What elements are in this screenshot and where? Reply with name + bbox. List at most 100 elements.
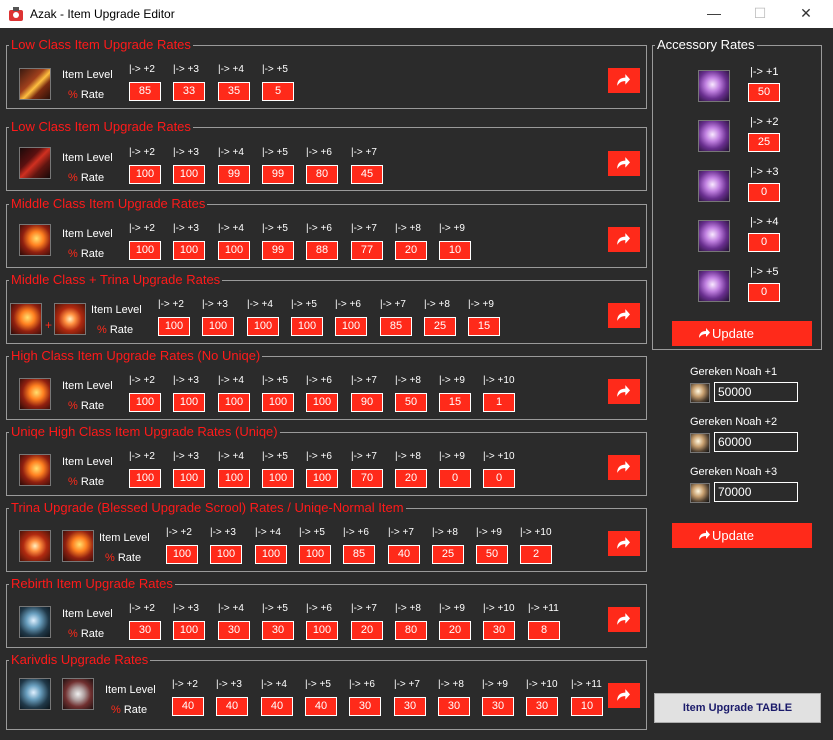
rate-input[interactable]: 99 bbox=[262, 241, 294, 260]
rate-input[interactable]: 30 bbox=[218, 621, 250, 640]
rate-input[interactable]: 100 bbox=[306, 621, 338, 640]
accessory-update-button[interactable]: Update bbox=[672, 321, 812, 346]
rate-input[interactable]: 2 bbox=[520, 545, 552, 564]
apply-button[interactable] bbox=[608, 379, 640, 404]
noah-input[interactable]: 50000 bbox=[714, 382, 798, 402]
rate-input[interactable]: 100 bbox=[210, 545, 242, 564]
rate-input[interactable]: 100 bbox=[218, 469, 250, 488]
rate-input[interactable]: 20 bbox=[395, 469, 427, 488]
rate-input[interactable]: 99 bbox=[218, 165, 250, 184]
maximize-button[interactable]: ☐ bbox=[737, 0, 783, 28]
rate-input[interactable]: 20 bbox=[395, 241, 427, 260]
percent-sign: % bbox=[105, 552, 115, 564]
rate-input[interactable]: 100 bbox=[166, 545, 198, 564]
rate-input[interactable]: 100 bbox=[247, 317, 279, 336]
rate-input[interactable]: 40 bbox=[305, 697, 337, 716]
rate-input[interactable]: 0 bbox=[439, 469, 471, 488]
close-button[interactable]: ✕ bbox=[783, 0, 829, 28]
apply-button[interactable] bbox=[608, 303, 640, 328]
rate-input[interactable]: 88 bbox=[306, 241, 338, 260]
item-upgrade-table-button[interactable]: Item Upgrade TABLE bbox=[654, 693, 821, 723]
apply-button[interactable] bbox=[608, 227, 640, 252]
rate-input[interactable]: 100 bbox=[173, 241, 205, 260]
accessory-rate-input[interactable]: 0 bbox=[748, 183, 780, 202]
rate-input[interactable]: 45 bbox=[351, 165, 383, 184]
rate-input[interactable]: 10 bbox=[571, 697, 603, 716]
rate-input[interactable]: 30 bbox=[526, 697, 558, 716]
rate-input[interactable]: 77 bbox=[351, 241, 383, 260]
rate-input[interactable]: 100 bbox=[173, 165, 205, 184]
rate-input[interactable]: 25 bbox=[432, 545, 464, 564]
rate-input[interactable]: 10 bbox=[439, 241, 471, 260]
rate-input[interactable]: 100 bbox=[262, 393, 294, 412]
rate-input[interactable]: 100 bbox=[129, 469, 161, 488]
rate-input[interactable]: 100 bbox=[129, 165, 161, 184]
rate-input[interactable]: 85 bbox=[380, 317, 412, 336]
rate-input[interactable]: 30 bbox=[129, 621, 161, 640]
noah-update-button[interactable]: Update bbox=[672, 523, 812, 548]
accessory-rate-input[interactable]: 25 bbox=[748, 133, 780, 152]
rate-input[interactable]: 40 bbox=[216, 697, 248, 716]
noah-input[interactable]: 70000 bbox=[714, 482, 798, 502]
rate-input[interactable]: 30 bbox=[482, 697, 514, 716]
rate-input[interactable]: 20 bbox=[439, 621, 471, 640]
rate-input[interactable]: 8 bbox=[528, 621, 560, 640]
rate-input[interactable]: 1 bbox=[483, 393, 515, 412]
apply-button[interactable] bbox=[608, 455, 640, 480]
accessory-rate-input[interactable]: 0 bbox=[748, 283, 780, 302]
rate-input[interactable]: 100 bbox=[218, 393, 250, 412]
accessory-rate-input[interactable]: 50 bbox=[748, 83, 780, 102]
rate-input[interactable]: 30 bbox=[349, 697, 381, 716]
rate-input[interactable]: 85 bbox=[129, 82, 161, 101]
rate-input[interactable]: 99 bbox=[262, 165, 294, 184]
rate-input[interactable]: 100 bbox=[173, 621, 205, 640]
rate-input[interactable]: 20 bbox=[351, 621, 383, 640]
rate-input[interactable]: 33 bbox=[173, 82, 205, 101]
apply-button[interactable] bbox=[608, 151, 640, 176]
rate-input[interactable]: 100 bbox=[129, 241, 161, 260]
rate-input[interactable]: 90 bbox=[351, 393, 383, 412]
rate-input[interactable]: 70 bbox=[351, 469, 383, 488]
rate-input[interactable]: 100 bbox=[335, 317, 367, 336]
rate-input[interactable]: 100 bbox=[218, 241, 250, 260]
rate-input[interactable]: 50 bbox=[395, 393, 427, 412]
accessory-rate-input[interactable]: 0 bbox=[748, 233, 780, 252]
rate-word: Rate bbox=[80, 400, 105, 412]
item-icon bbox=[19, 224, 51, 256]
rate-input[interactable]: 100 bbox=[306, 469, 338, 488]
rate-input[interactable]: 80 bbox=[395, 621, 427, 640]
rate-input[interactable]: 40 bbox=[172, 697, 204, 716]
rate-input[interactable]: 50 bbox=[476, 545, 508, 564]
rate-input[interactable]: 30 bbox=[483, 621, 515, 640]
rate-input[interactable]: 80 bbox=[306, 165, 338, 184]
apply-button[interactable] bbox=[608, 607, 640, 632]
rate-input[interactable]: 100 bbox=[262, 469, 294, 488]
rate-input[interactable]: 100 bbox=[173, 469, 205, 488]
rate-input[interactable]: 30 bbox=[438, 697, 470, 716]
rate-input[interactable]: 40 bbox=[261, 697, 293, 716]
rate-input[interactable]: 85 bbox=[343, 545, 375, 564]
rate-input[interactable]: 100 bbox=[306, 393, 338, 412]
rate-input[interactable]: 100 bbox=[202, 317, 234, 336]
rate-input[interactable]: 25 bbox=[424, 317, 456, 336]
rate-input[interactable]: 100 bbox=[299, 545, 331, 564]
rate-input[interactable]: 100 bbox=[129, 393, 161, 412]
rate-input[interactable]: 15 bbox=[439, 393, 471, 412]
rate-input[interactable]: 5 bbox=[262, 82, 294, 101]
rate-input[interactable]: 15 bbox=[468, 317, 500, 336]
noah-input[interactable]: 60000 bbox=[714, 432, 798, 452]
rate-input[interactable]: 30 bbox=[394, 697, 426, 716]
apply-button[interactable] bbox=[608, 531, 640, 556]
rate-input[interactable]: 100 bbox=[173, 393, 205, 412]
minimize-button[interactable]: — bbox=[691, 0, 737, 28]
rate-input[interactable]: 35 bbox=[218, 82, 250, 101]
apply-button[interactable] bbox=[608, 68, 640, 93]
rate-input[interactable]: 40 bbox=[388, 545, 420, 564]
rate-input[interactable]: 100 bbox=[255, 545, 287, 564]
rate-input[interactable]: 100 bbox=[158, 317, 190, 336]
rate-input[interactable]: 100 bbox=[291, 317, 323, 336]
share-arrow-icon bbox=[617, 309, 630, 321]
rate-input[interactable]: 0 bbox=[483, 469, 515, 488]
apply-button[interactable] bbox=[608, 683, 640, 708]
rate-input[interactable]: 30 bbox=[262, 621, 294, 640]
